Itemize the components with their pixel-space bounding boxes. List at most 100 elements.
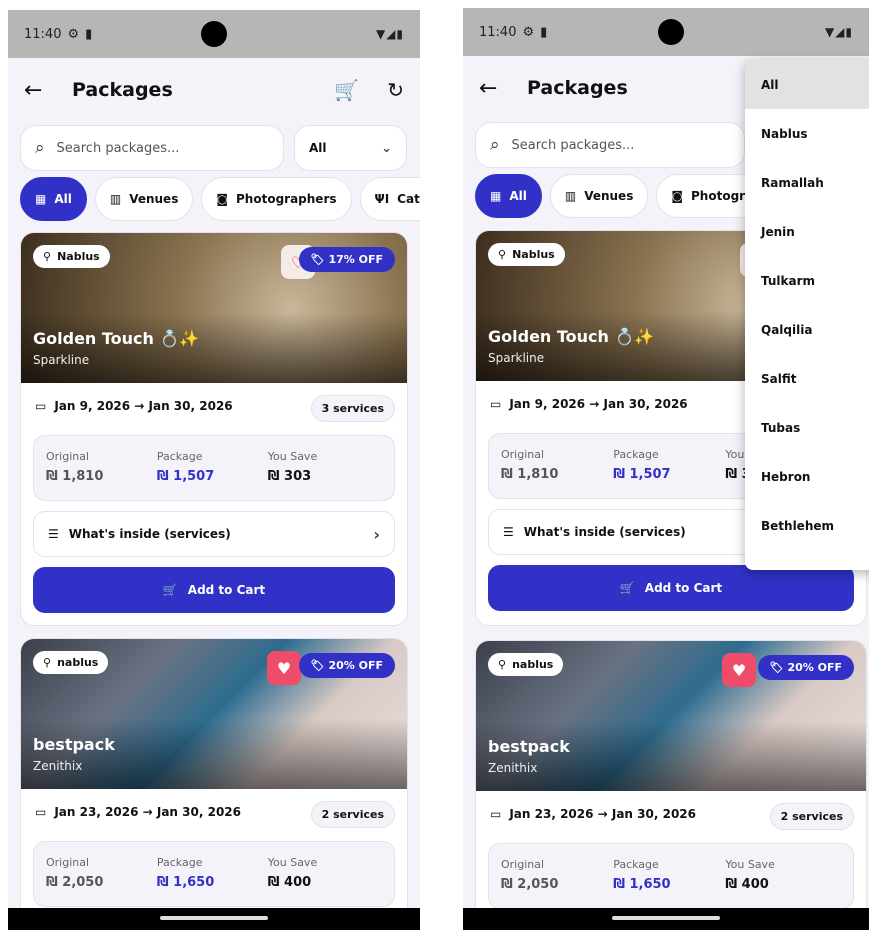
save-amount: ₪ 303 (267, 469, 312, 484)
package-card[interactable]: ⚲ nablus ♥ 🏷 20% OFF bestpack Zenithix ▭ J… (20, 638, 408, 930)
package-price: ₪ 1,650 (156, 875, 215, 890)
add-cart-icon: 🛒 (162, 583, 178, 597)
location-badge: ⚲ Nablus (33, 245, 110, 268)
search-icon: ⌕ (35, 138, 45, 158)
favorite-button[interactable]: ♥ (722, 653, 756, 687)
app-header: ← Packages 🛒 ↻ (8, 62, 420, 118)
calendar-icon: ▭ (490, 807, 502, 821)
building-icon: ▥ (109, 192, 122, 206)
vendor-name: Zenithix (488, 761, 538, 775)
chip-venues[interactable]: ▥ Venues (549, 174, 649, 218)
camera-cutout (201, 21, 227, 47)
package-name: Golden Touch 💍✨ (33, 329, 200, 348)
vendor-name: Zenithix (33, 759, 83, 773)
calendar-icon: ▭ (35, 399, 47, 413)
building-icon: ▥ (564, 189, 577, 203)
search-input[interactable]: ⌕ Search packages... (20, 125, 284, 171)
location-badge: ⚲ Nablus (488, 243, 565, 266)
chevron-right-icon: › (373, 524, 380, 544)
chip-all[interactable]: ▦ All (475, 174, 542, 218)
dropdown-option-all[interactable]: All (745, 60, 869, 109)
price-summary: Original ₪ 2,050 Package ₪ 1,650 You Save ₪… (33, 841, 395, 907)
city-filter-select[interactable]: All ⌄ (294, 125, 407, 171)
status-bar: 11:40 ⚙ ▮ ▼◢▮ (8, 10, 420, 58)
dropdown-option-bethlehem[interactable]: Bethlehem (745, 501, 869, 550)
system-nav-bar (8, 908, 420, 930)
package-price: ₪ 1,507 (613, 467, 671, 482)
system-nav-bar (463, 908, 869, 930)
dropdown-option-hebron[interactable]: Hebron (745, 452, 869, 501)
chevron-down-icon: ⌄ (381, 140, 392, 156)
services-count-badge: 3 services (310, 395, 395, 422)
dropdown-option-nablus[interactable]: Nablus (745, 109, 869, 158)
tag-icon: 🏷 (310, 253, 329, 266)
camera-cutout (658, 19, 684, 45)
camera-icon: ◙ (671, 189, 683, 203)
services-count-badge: 2 services (769, 803, 854, 830)
location-badge: ⚲ nablus (33, 651, 109, 674)
search-input[interactable]: ⌕ Search packages... (475, 122, 745, 168)
dropdown-option-tulkarm[interactable]: Tulkarm (745, 256, 869, 305)
dropdown-option-tubas[interactable]: Tubas (745, 403, 869, 452)
services-count-badge: 2 services (310, 801, 395, 828)
category-chips: ▦All ▥Venues ◙Photographers ΨICatering (20, 177, 420, 221)
dropdown-option-salfit[interactable]: Salfit (745, 354, 869, 403)
chip-catering[interactable]: ΨICatering (359, 177, 420, 221)
location-badge: ⚲ nablus (488, 653, 564, 676)
pin-icon: ⚲ (43, 656, 52, 669)
add-to-cart-button[interactable]: 🛒 Add to Cart (33, 567, 395, 613)
search-placeholder: Search packages... (56, 140, 180, 156)
package-dates: ▭ Jan 9, 2026 → Jan 30, 2026 (490, 397, 688, 411)
package-name: bestpack (488, 737, 570, 756)
back-arrow-icon[interactable]: ← (479, 76, 519, 101)
package-dates: ▭ Jan 23, 2026 → Jan 30, 2026 (35, 805, 241, 819)
chip-venues[interactable]: ▥ Venues (94, 177, 194, 221)
pin-icon: ⚲ (498, 248, 507, 261)
grid-icon: ▦ (490, 189, 502, 203)
dropdown-option-qalqilia[interactable]: Qalqilia (745, 305, 869, 354)
original-price: ₪ 2,050 (46, 875, 104, 890)
chip-all[interactable]: ▦ All (20, 177, 87, 221)
home-indicator[interactable] (160, 916, 268, 920)
original-price: ₪ 2,050 (501, 877, 559, 892)
grid-icon: ▦ (35, 192, 47, 206)
back-arrow-icon[interactable]: ← (24, 78, 64, 103)
add-to-cart-button[interactable]: 🛒 Add to Cart (488, 565, 854, 611)
sim-icon: ▮ (85, 26, 93, 42)
package-name: Golden Touch 💍✨ (488, 327, 655, 346)
favorite-button[interactable]: ♥ (267, 651, 301, 685)
home-indicator[interactable] (612, 916, 720, 920)
add-cart-icon: 🛒 (619, 581, 635, 595)
dropdown-option-ramallah[interactable]: Ramallah (745, 158, 869, 207)
package-dates: ▭ Jan 23, 2026 → Jan 30, 2026 (490, 807, 696, 821)
package-price: ₪ 1,650 (613, 877, 671, 892)
whats-inside-button[interactable]: ☰ What's inside (services) › (33, 511, 395, 557)
signal-battery-icon: ▼◢▮ (824, 25, 853, 39)
save-label: You Save (267, 450, 318, 463)
chip-photographers[interactable]: ◙ Photographers (201, 177, 352, 221)
calendar-icon: ▭ (35, 805, 47, 819)
phone-right: 11:40⚙▮ ▼◢▮ ← Packages 🛒 ↻ ⌕ Search pack… (463, 8, 869, 930)
dropdown-option-jenin[interactable]: Jenin (745, 207, 869, 256)
settings-icon: ⚙ (522, 24, 535, 40)
vendor-name: Sparkline (33, 353, 90, 367)
phone-left: 11:40 ⚙ ▮ ▼◢▮ ← Packages 🛒 ↻ ⌕ Search pack… (8, 10, 420, 930)
original-label: Original (46, 450, 90, 463)
refresh-icon[interactable]: ↻ (387, 78, 404, 102)
vendor-name: Sparkline (488, 351, 545, 365)
save-amount: ₪ 400 (267, 875, 312, 890)
cart-icon[interactable]: 🛒 (334, 78, 359, 102)
discount-badge: 🏷 20% OFF (298, 653, 395, 678)
search-icon: ⌕ (490, 135, 500, 155)
calendar-icon: ▭ (490, 397, 502, 411)
package-dates: ▭ Jan 9, 2026 → Jan 30, 2026 (35, 399, 233, 413)
package-card[interactable]: ⚲ nablus ♥ 🏷 20% OFF bestpack Zenithix ▭ J… (475, 640, 867, 930)
package-card[interactable]: ⚲ Nablus ♡ 🏷 17% OFF Golden Touch 💍✨ Spar… (20, 232, 408, 626)
cutlery-icon: ΨI (374, 192, 390, 206)
heart-filled-icon: ♥ (731, 660, 747, 680)
camera-icon: ◙ (216, 192, 228, 206)
package-price: ₪ 1,507 (156, 469, 215, 484)
signal-battery-icon: ▼◢▮ (375, 27, 404, 41)
pin-icon: ⚲ (498, 658, 507, 671)
status-time: 11:40 (24, 26, 62, 42)
